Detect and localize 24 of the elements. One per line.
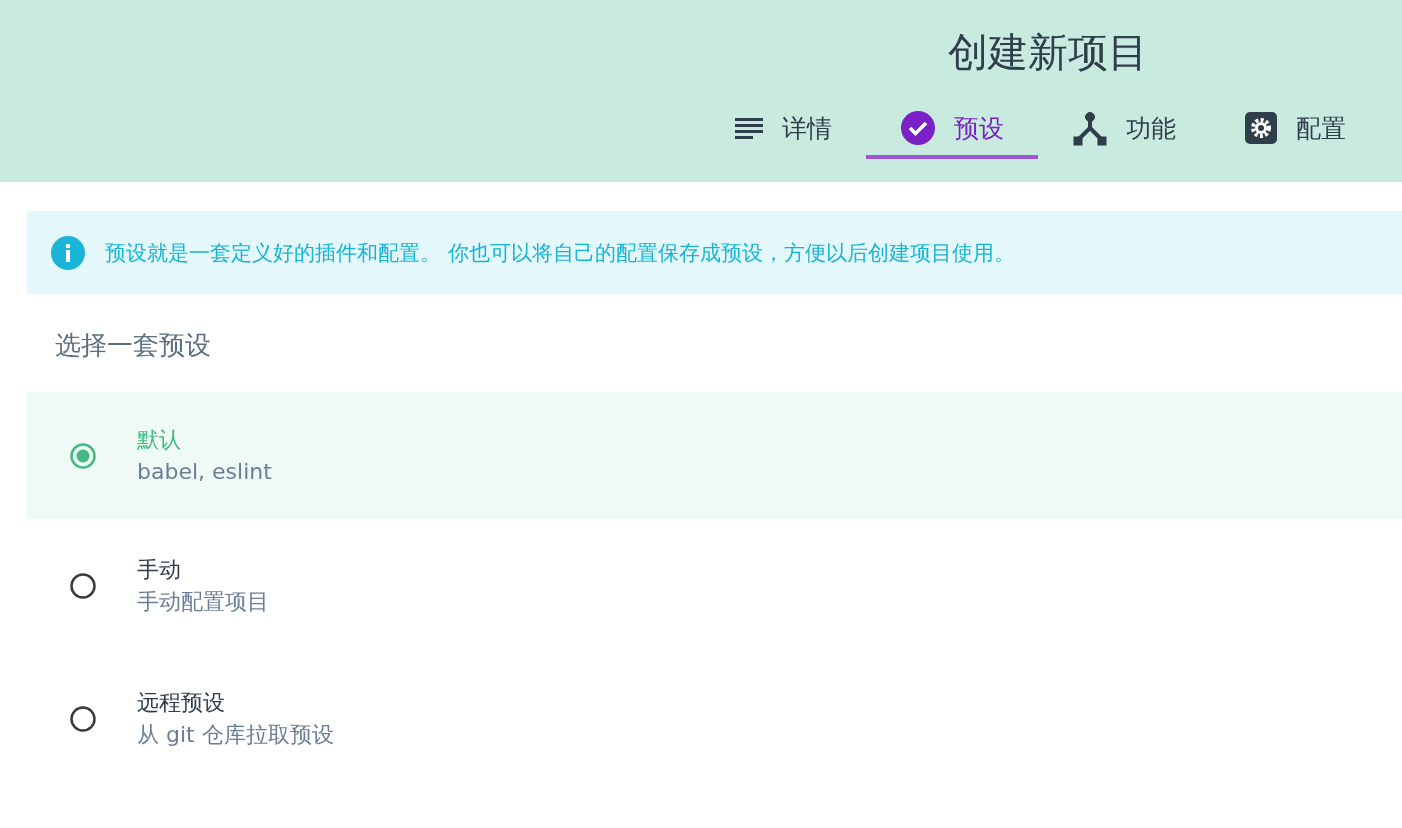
radio-button[interactable]: [69, 571, 97, 600]
tab[interactable]: 详情: [700, 101, 866, 159]
preset-description: 从 git 仓库拉取预设: [137, 720, 334, 749]
tab[interactable]: 预设: [866, 101, 1038, 159]
info-text: 预设就是一套定义好的插件和配置。 你也可以将自己的配置保存成预设，方便以后创建项目使用。: [105, 239, 1015, 267]
preset-name: 手动: [137, 555, 182, 584]
radio-button[interactable]: [69, 441, 97, 470]
settings-icon: [1244, 111, 1278, 145]
preset-option[interactable]: 远程预设 从 git 仓库拉取预设: [27, 652, 1402, 785]
tab[interactable]: 配置: [1210, 101, 1380, 159]
radio-button[interactable]: [69, 704, 97, 733]
preset-description: 手动配置项目: [137, 587, 269, 616]
info-icon: [51, 235, 85, 270]
section-title: 选择一套预设: [55, 329, 212, 362]
tab[interactable]: 功能: [1038, 101, 1210, 159]
page-title: 创建新项目: [948, 28, 1148, 77]
preset-name: 远程预设: [137, 688, 226, 717]
fork-nodes-icon: [1072, 110, 1108, 146]
preset-name: 默认: [137, 425, 182, 454]
preset-option[interactable]: 手动 手动配置项目: [27, 519, 1402, 652]
preset-description: babel, eslint: [137, 457, 272, 486]
preset-option[interactable]: 默认 babel, eslint: [27, 392, 1402, 519]
check-circle-icon: [900, 110, 936, 146]
menu-lines-icon: [734, 116, 764, 140]
